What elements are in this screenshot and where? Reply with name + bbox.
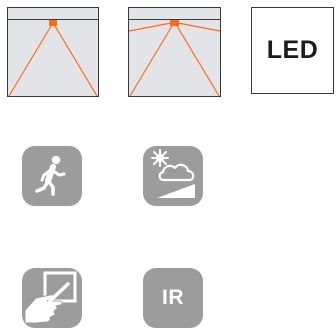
led-label-box: LED xyxy=(251,7,334,94)
wall-sensor-detection-diagram xyxy=(128,7,221,97)
ceiling-sensor-detection-diagram xyxy=(7,7,99,97)
touch-screen-hand-icon xyxy=(22,268,82,328)
sensor-icon xyxy=(170,20,179,26)
ir-label: IR xyxy=(162,286,184,309)
daylight-sun-cloud-icon xyxy=(143,146,203,206)
motion-walking-icon xyxy=(22,146,82,206)
led-label: LED xyxy=(266,36,319,64)
sensor-icon xyxy=(49,20,57,26)
